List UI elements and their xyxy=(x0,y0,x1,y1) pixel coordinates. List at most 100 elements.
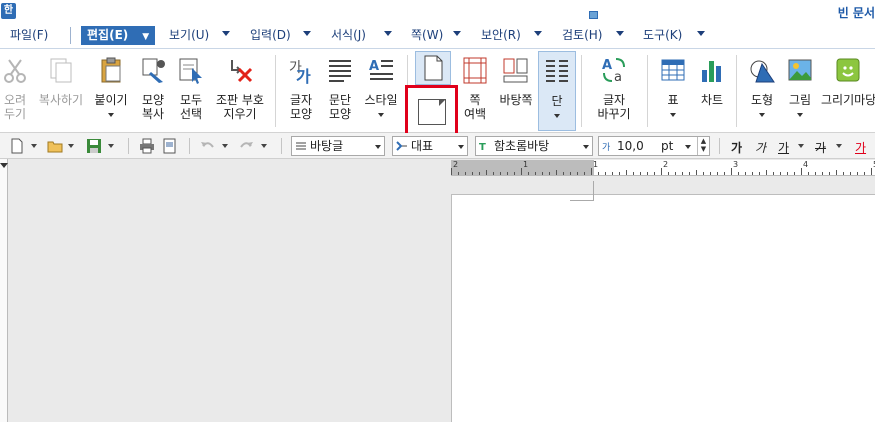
chevron-down-icon[interactable] xyxy=(458,145,464,149)
chevron-down-icon[interactable] xyxy=(616,31,624,36)
page-setup-icon[interactable] xyxy=(418,99,446,125)
toolbar-divider xyxy=(128,138,129,154)
document-page[interactable] xyxy=(451,194,875,422)
chevron-down-icon[interactable] xyxy=(685,145,691,149)
master-page-button[interactable]: 바탕쪽 xyxy=(496,51,536,131)
font-select[interactable]: T 함초롬바탕 xyxy=(475,136,593,156)
ruler-tick xyxy=(556,170,557,175)
redo-icon[interactable] xyxy=(238,138,254,154)
menu-insert[interactable]: 입력(D) xyxy=(250,26,291,45)
chevron-down-icon[interactable] xyxy=(222,31,230,36)
print-preview-icon[interactable] xyxy=(162,138,178,154)
table-button[interactable]: 표 xyxy=(654,51,692,131)
select-all-button[interactable]: 모두 선택 xyxy=(173,51,209,131)
cut-button[interactable]: 오려 두기 xyxy=(0,51,30,131)
chevron-down-icon[interactable] xyxy=(31,144,37,148)
font-color-button[interactable]: 가 xyxy=(855,139,866,156)
shape-button[interactable]: 도형 xyxy=(744,51,780,131)
chevron-down-icon[interactable] xyxy=(378,113,384,117)
open-folder-icon[interactable] xyxy=(47,138,63,154)
menu-view[interactable]: 보기(U) xyxy=(169,26,209,45)
chart-button[interactable]: 차트 xyxy=(694,51,730,131)
chevron-down-icon[interactable] xyxy=(68,144,74,148)
page-icon xyxy=(424,55,443,81)
spin-down-icon[interactable]: ▼ xyxy=(701,145,706,153)
copy-label: 복사하기 xyxy=(38,93,84,107)
spin-up-icon[interactable]: ▲ xyxy=(701,137,706,145)
ribbon-divider xyxy=(647,55,648,127)
undo-icon[interactable] xyxy=(200,138,216,154)
chevron-down-icon[interactable] xyxy=(759,113,765,117)
copy-button[interactable]: 복사하기 xyxy=(33,51,89,131)
menu-edit[interactable]: 편집(E) ▼ xyxy=(81,26,156,45)
new-document-icon[interactable] xyxy=(9,138,25,154)
outline-select[interactable]: 대표 xyxy=(392,136,468,156)
paste-label: 붙이기 xyxy=(94,93,128,107)
chevron-down-icon[interactable] xyxy=(108,113,114,117)
strikethrough-button[interactable]: 가 xyxy=(815,139,826,156)
menu-page[interactable]: 쪽(W) xyxy=(411,26,443,45)
style-select-value: 바탕글 xyxy=(310,139,344,153)
menu-tools[interactable]: 도구(K) xyxy=(643,26,682,45)
menu-review[interactable]: 검토(H) xyxy=(562,26,602,45)
select-all-icon xyxy=(179,58,202,84)
size-stepper[interactable]: ▲ ▼ xyxy=(697,137,709,155)
clear-codes-button[interactable]: 조판 부호 지우기 xyxy=(211,51,269,131)
bold-button[interactable]: 가 xyxy=(731,139,742,156)
chevron-down-icon[interactable] xyxy=(697,31,705,36)
hwp-app-icon[interactable]: 한 xyxy=(1,3,16,19)
table-icon xyxy=(661,59,685,81)
menu-format[interactable]: 서식(J) xyxy=(331,26,366,45)
change-text-icon: Aa xyxy=(602,58,625,84)
ruler-corner-icon[interactable] xyxy=(0,163,8,168)
ruler-tick xyxy=(500,172,501,175)
format-painter-button[interactable]: 모양 복사 xyxy=(134,51,172,131)
paragraph-shape-button[interactable]: 문단 모양 xyxy=(322,51,358,131)
italic-button[interactable]: 가 xyxy=(755,139,766,156)
page-setup-button[interactable] xyxy=(415,51,451,85)
ruler-tick xyxy=(472,172,473,175)
chevron-down-icon[interactable] xyxy=(798,144,804,148)
chevron-down-icon[interactable] xyxy=(583,145,589,149)
style-button[interactable]: A 스타일 xyxy=(359,51,403,131)
table-label: 표 xyxy=(667,93,679,107)
ruler-tick xyxy=(668,172,669,175)
chevron-down-icon[interactable] xyxy=(534,31,542,36)
chevron-down-icon[interactable] xyxy=(261,144,267,148)
chevron-down-icon[interactable] xyxy=(670,113,676,117)
font-size-field[interactable]: 가 10,0 pt ▲ ▼ xyxy=(598,136,710,156)
ruler-tick xyxy=(724,172,725,175)
underline-button[interactable]: 가 xyxy=(778,139,789,156)
ruler-tick xyxy=(661,168,662,175)
svg-text:A: A xyxy=(602,58,612,73)
format-painter-icon xyxy=(142,58,165,83)
chevron-down-icon[interactable] xyxy=(836,144,842,148)
picture-button[interactable]: 그림 xyxy=(782,51,818,131)
ruler-tick xyxy=(528,172,529,175)
style-icon: A xyxy=(369,59,393,80)
menu-security[interactable]: 보안(R) xyxy=(481,26,521,45)
save-icon[interactable] xyxy=(86,138,102,154)
page-margin-button[interactable]: 쪽 여백 xyxy=(456,51,494,131)
ruler-tick xyxy=(570,172,571,175)
char-shape-button[interactable]: 가가 글자 모양 xyxy=(283,51,319,131)
print-icon[interactable] xyxy=(139,138,155,154)
change-text-button[interactable]: Aa 글자 바꾸기 xyxy=(591,51,637,131)
chevron-down-icon[interactable] xyxy=(222,144,228,148)
columns-button[interactable]: 단 xyxy=(538,51,576,131)
drawing-gallery-button[interactable]: 그리기마당 xyxy=(821,51,875,131)
menu-file[interactable]: 파일(F) xyxy=(10,26,48,45)
svg-text:T: T xyxy=(479,142,486,152)
horizontal-ruler[interactable]: 2112345 xyxy=(451,160,875,176)
chevron-down-icon[interactable] xyxy=(108,144,114,148)
style-select[interactable]: 바탕글 xyxy=(291,136,385,156)
chevron-down-icon[interactable] xyxy=(797,113,803,117)
ruler-number: 2 xyxy=(453,160,459,169)
indent-marker[interactable] xyxy=(589,11,598,19)
paste-button[interactable]: 붙이기 xyxy=(91,51,131,131)
chevron-down-icon[interactable] xyxy=(303,31,311,36)
chevron-down-icon[interactable] xyxy=(453,31,461,36)
chevron-down-icon[interactable] xyxy=(375,145,381,149)
chevron-down-icon[interactable] xyxy=(554,114,560,118)
chevron-down-icon[interactable] xyxy=(384,31,392,36)
